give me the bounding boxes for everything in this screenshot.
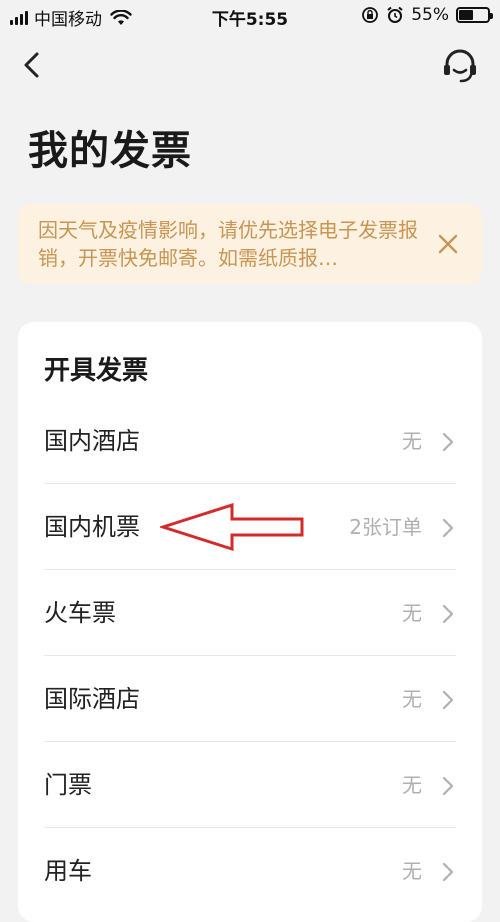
status-bar: 中国移动 下午5:55 55% [0,0,500,34]
status-right: 55% [361,5,493,25]
row-value: 无 [402,601,422,625]
orientation-lock-icon [362,7,379,23]
alarm-icon [387,6,403,23]
battery-percent: 55% [411,5,449,25]
row-value: 无 [402,859,422,883]
invoice-row-international-hotel[interactable]: 国际酒店 无 [44,656,456,742]
invoice-row-car[interactable]: 用车 无 [44,828,456,914]
back-button[interactable] [16,48,50,82]
page-title: 我的发票 [28,128,192,174]
chevron-right-icon [442,518,454,538]
row-label: 用车 [44,857,92,885]
row-value: 无 [402,429,422,453]
chevron-right-icon [442,862,454,882]
close-icon [438,234,458,254]
row-value: 无 [402,687,422,711]
invoice-row-train[interactable]: 火车票 无 [44,570,456,656]
row-label: 国内机票 [44,513,140,541]
invoice-row-tickets[interactable]: 门票 无 [44,742,456,828]
issue-invoice-card: 开具发票 国内酒店 无 国内机票 2张订单 火车票 无 国际酒店 无 门票 无 … [18,322,482,922]
card-title: 开具发票 [44,356,149,386]
notice-close-button[interactable] [436,232,460,256]
chevron-left-icon [24,52,39,78]
battery-level [459,10,473,20]
headset-icon [444,49,476,83]
customer-service-button[interactable] [440,46,480,86]
row-label: 国内酒店 [44,427,140,455]
row-label: 火车票 [44,599,116,627]
annotation-arrow-icon [160,502,304,552]
row-value: 无 [402,773,422,797]
row-label: 门票 [44,771,92,799]
chevron-right-icon [442,604,454,624]
battery-icon [456,7,493,23]
row-value: 2张订单 [349,515,422,539]
chevron-right-icon [442,690,454,710]
notice-banner[interactable]: 因天气及疫情影响，请优先选择电子发票报销，开票快免邮寄。如需纸质报… [18,204,482,284]
notice-text: 因天气及疫情影响，请优先选择电子发票报销，开票快免邮寄。如需纸质报… [38,218,418,270]
chevron-right-icon [442,776,454,796]
chevron-right-icon [442,432,454,452]
row-label: 国际酒店 [44,685,140,713]
invoice-row-domestic-hotel[interactable]: 国内酒店 无 [44,398,456,484]
